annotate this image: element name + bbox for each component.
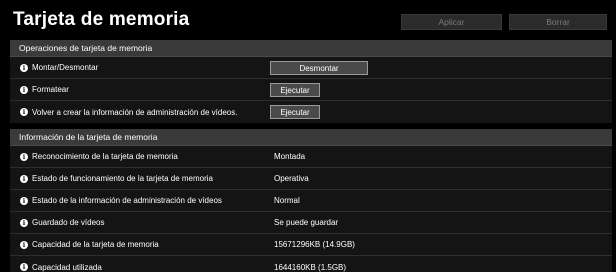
info-row: i Capacidad de la tarjeta de memoria 156…: [10, 234, 612, 256]
format-execute-button[interactable]: Ejecutar: [270, 83, 320, 97]
format-row: i Formatear Ejecutar: [10, 79, 612, 101]
format-label: Formatear: [32, 85, 69, 94]
info-icon[interactable]: i: [20, 85, 28, 94]
info-icon[interactable]: i: [20, 174, 28, 183]
card-info-section: Información de la tarjeta de memoria i R…: [10, 129, 612, 272]
info-row: i Estado de funcionamiento de la tarjeta…: [10, 168, 612, 190]
used-capacity-label: Capacidad utilizada: [32, 262, 102, 272]
info-row: i Reconocimiento de la tarjeta de memori…: [10, 146, 612, 168]
info-icon[interactable]: i: [20, 63, 28, 72]
info-icon[interactable]: i: [20, 218, 28, 227]
mount-unmount-label: Montar/Desmontar: [32, 63, 99, 72]
operating-status-value: Operativa: [274, 174, 309, 183]
page-header: Tarjeta de memoria Aplicar Borrar: [0, 0, 616, 34]
info-icon[interactable]: i: [20, 240, 28, 249]
card-info-section-header: Información de la tarjeta de memoria: [10, 129, 612, 146]
info-icon[interactable]: i: [20, 152, 28, 161]
operations-section: Operaciones de tarjeta de memoria i Mont…: [10, 40, 612, 123]
video-saving-label: Guardado de vídeos: [32, 218, 105, 227]
card-capacity-label: Capacidad de la tarjeta de memoria: [32, 240, 159, 249]
page-title: Tarjeta de memoria: [13, 9, 190, 30]
unmount-button[interactable]: Desmontar: [270, 61, 368, 75]
apply-button[interactable]: Aplicar: [401, 14, 502, 30]
card-recognition-value: Montada: [274, 152, 306, 161]
video-saving-value: Se puede guardar: [274, 218, 339, 227]
card-capacity-value: 15671296KB (14.9GB): [274, 240, 355, 249]
info-row: i Guardado de vídeos Se puede guardar: [10, 212, 612, 234]
video-admin-status-value: Normal: [274, 196, 300, 205]
operating-status-label: Estado de funcionamiento de la tarjeta d…: [32, 174, 213, 183]
recreate-video-info-label: Volver a crear la información de adminis…: [32, 107, 238, 117]
info-icon[interactable]: i: [20, 196, 28, 205]
info-icon[interactable]: i: [20, 108, 28, 116]
info-icon[interactable]: i: [20, 263, 28, 271]
info-row: i Capacidad utilizada 1644160KB (1.5GB): [10, 256, 612, 272]
video-admin-status-label: Estado de la información de administraci…: [32, 196, 222, 205]
used-capacity-value: 1644160KB (1.5GB): [274, 262, 347, 272]
info-row: i Estado de la información de administra…: [10, 190, 612, 212]
mount-unmount-row: i Montar/Desmontar Desmontar: [10, 57, 612, 79]
operations-section-header: Operaciones de tarjeta de memoria: [10, 40, 612, 57]
card-recognition-label: Reconocimiento de la tarjeta de memoria: [32, 152, 178, 161]
recreate-execute-button[interactable]: Ejecutar: [270, 105, 320, 119]
memory-card-page: Tarjeta de memoria Aplicar Borrar Operac…: [0, 0, 616, 272]
recreate-video-info-row: i Volver a crear la información de admin…: [10, 101, 612, 123]
clear-button[interactable]: Borrar: [509, 14, 607, 30]
